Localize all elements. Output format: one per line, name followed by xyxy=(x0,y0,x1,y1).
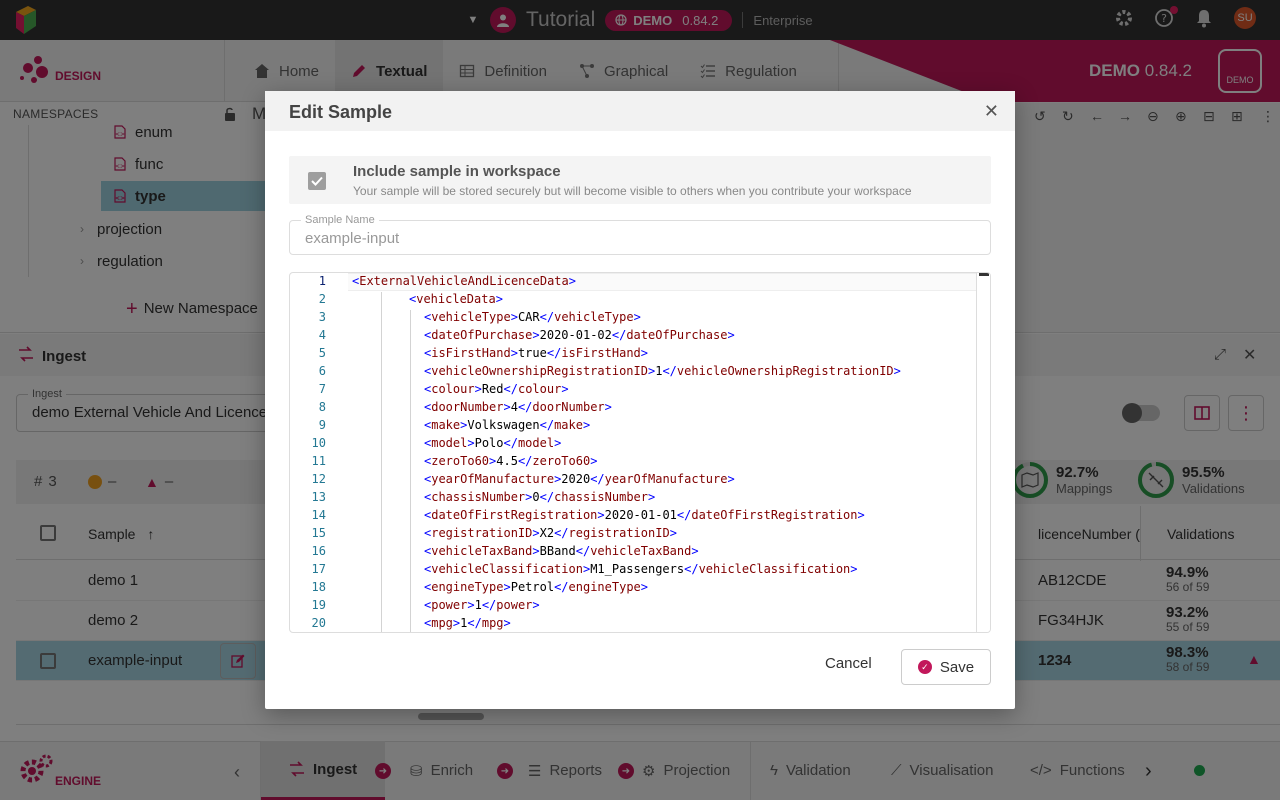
code-line: <mpg>1</mpg> xyxy=(424,616,511,630)
line-number: 15 xyxy=(311,526,326,540)
line-number: 3 xyxy=(318,310,326,324)
indent-guide xyxy=(410,310,411,632)
check-icon xyxy=(311,176,323,186)
dialog-title: Edit Sample xyxy=(289,102,393,122)
code-line: <vehicleClassification>M1_Passengers</ve… xyxy=(424,562,858,576)
line-number: 20 xyxy=(311,616,326,630)
include-sample-description: Your sample will be stored securely but … xyxy=(353,184,912,198)
code-line: <ExternalVehicleAndLicenceData> xyxy=(352,274,576,288)
sample-name-value[interactable]: example-input xyxy=(305,230,399,247)
line-number: 8 xyxy=(318,400,326,414)
code-editor[interactable]: 1 2 3 4 5 6 7 8 9 10 11 12 13 14 15 16 17 18 19 20 <Externa… xyxy=(289,272,991,633)
line-number: 5 xyxy=(318,346,326,360)
save-label: Save xyxy=(939,658,975,676)
indent-guide xyxy=(381,292,382,632)
code-line: <chassisNumber>0</chassisNumber> xyxy=(424,490,656,504)
code-line: <zeroTo60>4.5</zeroTo60> xyxy=(424,454,598,468)
include-sample-title: Include sample in workspace xyxy=(353,163,561,180)
save-check-icon: ✓ xyxy=(917,660,932,674)
line-number: 9 xyxy=(318,418,326,432)
code-line: <colour>Red</colour> xyxy=(424,382,569,396)
save-button[interactable]: ✓ Save xyxy=(901,649,991,685)
code-line: <yearOfManufacture>2020</yearOfManufactu… xyxy=(424,472,735,486)
line-number: 13 xyxy=(311,490,326,504)
sample-name-label: Sample Name xyxy=(301,214,379,226)
code-line: <vehicleOwnershipRegistrationID>1</vehic… xyxy=(424,364,901,378)
line-number: 12 xyxy=(311,472,326,486)
line-number: 16 xyxy=(311,544,326,558)
include-sample-checkbox[interactable] xyxy=(308,172,326,190)
line-number: 10 xyxy=(311,436,326,450)
code-line: <engineType>Petrol</engineType> xyxy=(424,580,649,594)
line-number: 7 xyxy=(318,382,326,396)
code-line: <make>Volkswagen</make> xyxy=(424,418,591,432)
scrollbar-thumb[interactable] xyxy=(979,273,989,276)
line-number: 6 xyxy=(318,364,326,378)
code-line: <power>1</power> xyxy=(424,598,540,612)
code-line: <model>Polo</model> xyxy=(424,436,562,450)
line-number: 14 xyxy=(311,508,326,522)
line-number: 17 xyxy=(311,562,326,576)
code-line: <vehicleData> xyxy=(409,292,503,306)
code-line: <doorNumber>4</doorNumber> xyxy=(424,400,612,414)
include-sample-option[interactable]: Include sample in workspace Your sample … xyxy=(289,156,991,204)
line-number: 11 xyxy=(311,454,326,468)
code-line: <dateOfPurchase>2020-01-02</dateOfPurcha… xyxy=(424,328,735,342)
code-line: <isFirstHand>true</isFirstHand> xyxy=(424,346,649,360)
line-number: 4 xyxy=(318,328,326,342)
line-number: 1 xyxy=(318,274,326,288)
code-line: <vehicleTaxBand>BBand</vehicleTaxBand> xyxy=(424,544,699,558)
line-number: 2 xyxy=(318,292,326,306)
code-line: <vehicleType>CAR</vehicleType> xyxy=(424,310,641,324)
cancel-button[interactable]: Cancel xyxy=(825,655,872,672)
edit-sample-dialog: Edit Sample ✕ Include sample in workspac… xyxy=(265,91,1015,709)
code-line: <dateOfFirstRegistration>2020-01-01</dat… xyxy=(424,508,865,522)
line-number: 19 xyxy=(311,598,326,612)
code-line: <registrationID>X2</registrationID> xyxy=(424,526,677,540)
close-icon[interactable]: ✕ xyxy=(984,101,999,122)
vertical-scrollbar[interactable] xyxy=(976,273,990,632)
line-number: 18 xyxy=(311,580,326,594)
